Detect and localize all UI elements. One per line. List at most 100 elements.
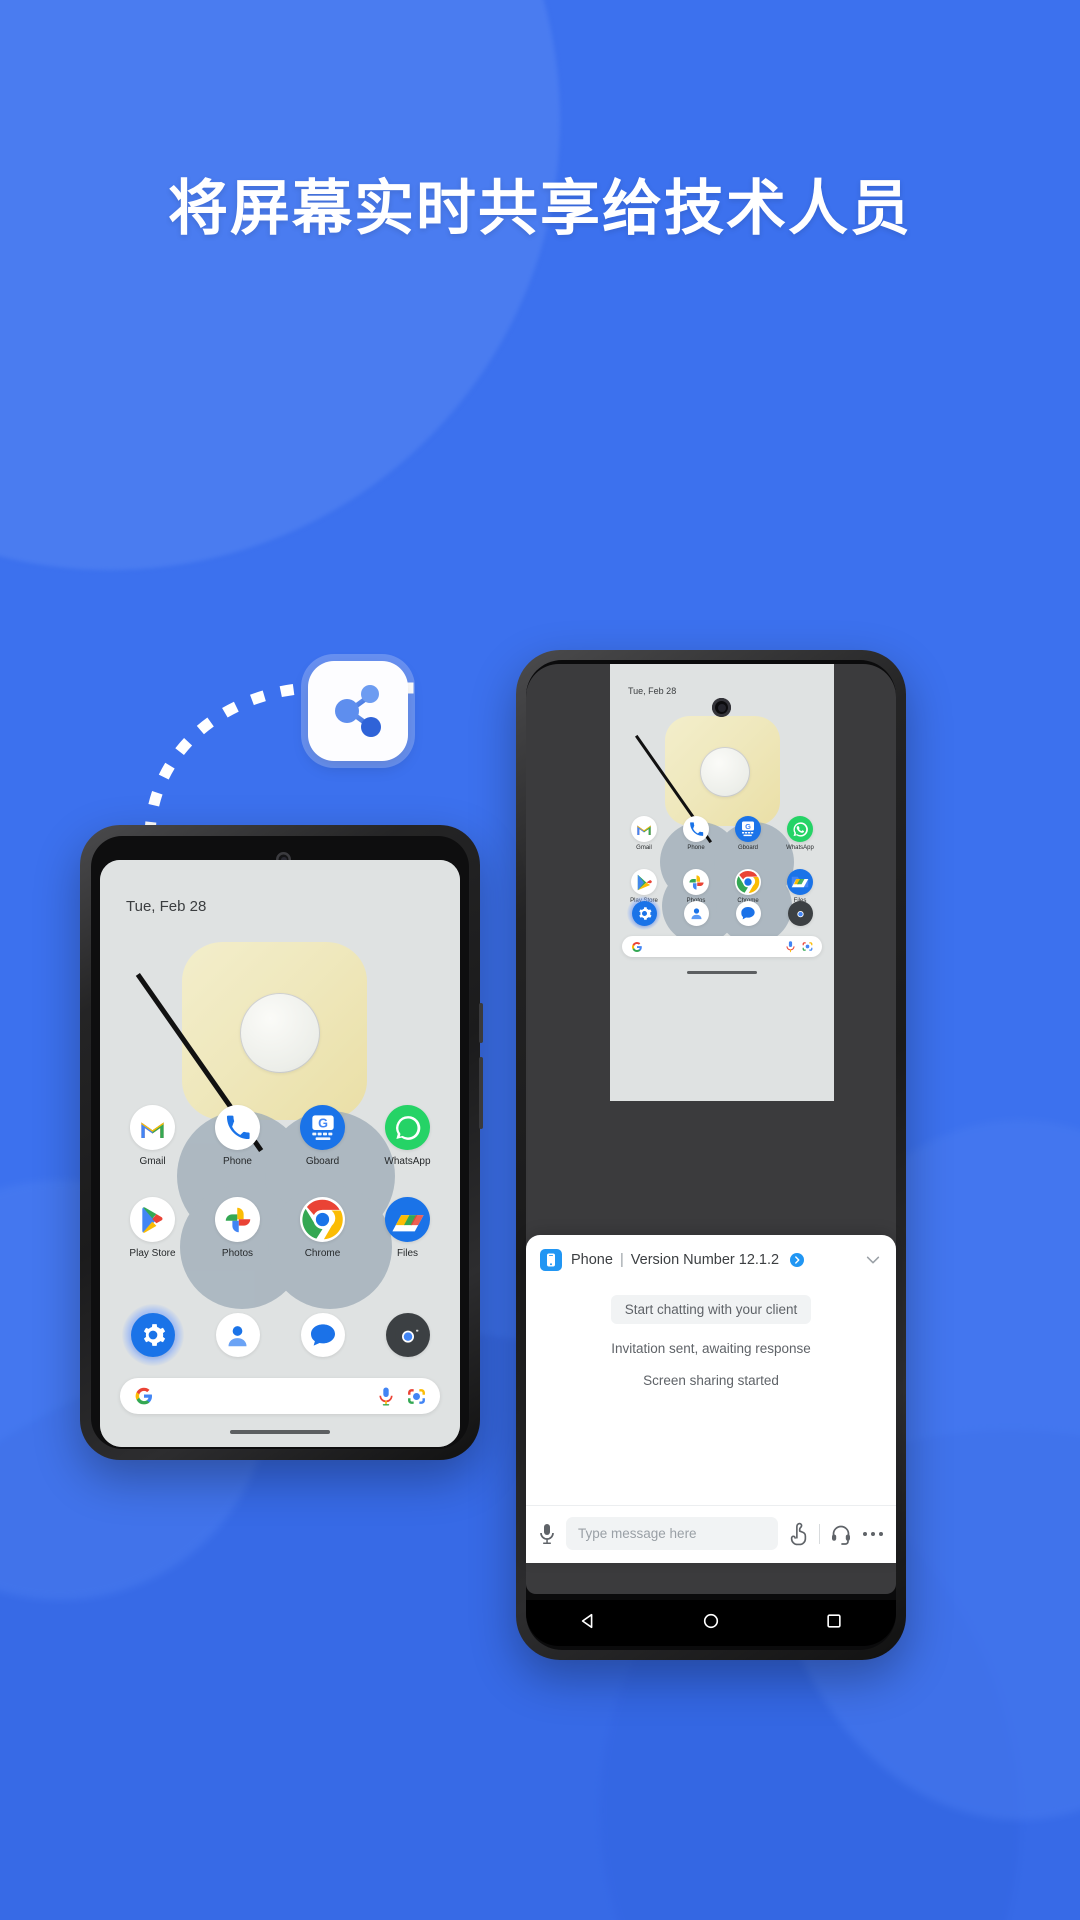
power-button[interactable] [479, 1003, 483, 1043]
app-grid-right: Gmail Phone G Gboard WhatsApp [618, 816, 826, 904]
dock-item-camera[interactable] [774, 896, 826, 930]
dock-left [110, 1304, 450, 1366]
remote-control-button[interactable] [788, 1522, 809, 1546]
app-icon-photos[interactable]: Photos [195, 1197, 280, 1259]
app-icon-chrome[interactable]: Chrome [280, 1197, 365, 1259]
chat-message-list: Start chatting with your client Invitati… [526, 1281, 896, 1505]
app-icon-whatsapp[interactable]: WhatsApp [365, 1105, 450, 1167]
share-badge[interactable] [308, 661, 408, 761]
play-store-icon [637, 874, 652, 890]
home-date-left: Tue, Feb 28 [126, 898, 207, 915]
google-search-bar-left[interactable] [120, 1378, 440, 1414]
chat-system-message: Start chatting with your client [610, 1295, 812, 1324]
app-icon-gmail[interactable]: Gmail [110, 1105, 195, 1167]
app-icon-phone[interactable]: Phone [670, 816, 722, 851]
google-g-icon [631, 941, 642, 952]
app-icon-whatsapp[interactable]: WhatsApp [774, 816, 826, 851]
microphone-icon [540, 1523, 554, 1544]
whatsapp-icon [395, 1115, 420, 1140]
chat-system-message: Screen sharing started [643, 1373, 779, 1388]
message-input[interactable]: Type message here [566, 1517, 778, 1550]
wallpaper-circle-left [240, 993, 320, 1073]
phone-icon [689, 821, 703, 836]
dock-item-contacts[interactable] [670, 896, 722, 930]
phone-left: Tue, Feb 28 Gmail Phone G Gboard WhatsAp… [80, 825, 483, 1460]
app-label: Phone [687, 845, 705, 851]
home-screen-right: Tue, Feb 28 Gmail Phone G Gboard WhatsAp… [610, 664, 834, 1101]
google-g-icon [135, 1387, 152, 1405]
back-triangle-icon [581, 1613, 593, 1628]
phone-icon [226, 1115, 250, 1139]
nav-back-button[interactable] [579, 1612, 597, 1635]
chat-version-label: Version Number 12.1.2 [630, 1252, 780, 1268]
app-label: WhatsApp [786, 845, 814, 851]
support-call-button[interactable] [830, 1523, 852, 1545]
home-date-right: Tue, Feb 28 [628, 686, 677, 696]
chat-input-bar: Type message here [526, 1505, 896, 1563]
home-screen-left: Tue, Feb 28 Gmail Phone G Gboard WhatsAp… [100, 860, 460, 1447]
dock-item-camera[interactable] [365, 1304, 450, 1366]
app-label: Gmail [636, 845, 652, 851]
app-label: Files [396, 1248, 419, 1259]
microphone-icon[interactable] [786, 940, 795, 953]
chevron-right-circle-icon[interactable] [790, 1253, 805, 1267]
google-photos-icon [225, 1207, 250, 1232]
messages-bubble-icon [310, 1324, 335, 1346]
background-blob [0, 0, 560, 570]
nav-recents-button[interactable] [825, 1612, 843, 1635]
volume-button[interactable] [479, 1057, 483, 1129]
app-icon-gboard[interactable]: G Gboard [722, 816, 774, 851]
google-lens-icon[interactable] [802, 941, 813, 952]
app-label: WhatsApp [384, 1156, 431, 1167]
more-options-button[interactable] [862, 1530, 884, 1538]
svg-text:G: G [745, 822, 751, 831]
app-label: Gboard [737, 845, 758, 851]
dock-item-messages[interactable] [722, 896, 774, 930]
app-label: Gmail [139, 1156, 166, 1167]
voice-input-button[interactable] [538, 1523, 556, 1545]
dock-item-messages[interactable] [280, 1304, 365, 1366]
settings-gear-icon [143, 1324, 165, 1346]
front-camera-icon [712, 698, 731, 717]
headset-icon [832, 1525, 850, 1545]
chat-panel: Phone | Version Number 12.1.2 Start chat… [526, 1235, 896, 1563]
google-lens-icon[interactable] [407, 1387, 426, 1406]
dock-right [618, 896, 826, 930]
app-icon-files[interactable]: Files [365, 1197, 450, 1259]
play-store-icon [141, 1206, 162, 1233]
google-search-bar-right[interactable] [622, 936, 822, 957]
app-grid-left: Gmail Phone G Gboard WhatsApp Play Store… [110, 1105, 450, 1259]
app-label: Photos [221, 1248, 254, 1259]
app-icon-gboard[interactable]: G Gboard [280, 1105, 365, 1167]
more-ellipsis-icon [863, 1531, 883, 1536]
input-divider [819, 1523, 820, 1544]
microphone-icon[interactable] [379, 1387, 393, 1406]
app-icon-phone[interactable]: Phone [195, 1105, 280, 1167]
phone-left-screen: Tue, Feb 28 Gmail Phone G Gboard WhatsAp… [100, 860, 460, 1447]
dock-item-contacts[interactable] [195, 1304, 280, 1366]
nav-home-button[interactable] [702, 1612, 720, 1635]
google-photos-icon [688, 874, 704, 890]
mirrored-home-screen: Tue, Feb 28 Gmail Phone G Gboard WhatsAp… [610, 664, 834, 1101]
gboard-icon: G [311, 1114, 334, 1140]
home-circle-icon [703, 1613, 719, 1628]
files-icon [791, 876, 809, 888]
svg-text:G: G [318, 1116, 328, 1130]
contacts-person-icon [228, 1325, 247, 1346]
wallpaper-circle-right [700, 747, 750, 797]
dock-item-settings[interactable] [618, 896, 670, 930]
chat-device-title: Phone | Version Number 12.1.2 [571, 1252, 779, 1268]
camera-icon [394, 1325, 421, 1345]
app-icon-play-store[interactable]: Play Store [110, 1197, 195, 1259]
app-label: Gboard [305, 1156, 340, 1167]
chrome-icon [736, 870, 760, 893]
chat-panel-header: Phone | Version Number 12.1.2 [526, 1235, 896, 1281]
android-navigation-bar [526, 1600, 896, 1646]
chevron-down-icon[interactable] [864, 1251, 882, 1269]
page-title: 将屏幕实时共享给技术人员 [168, 175, 912, 242]
dock-item-settings[interactable] [110, 1304, 195, 1366]
chat-device-label: Phone [571, 1252, 613, 1268]
app-icon-gmail[interactable]: Gmail [618, 816, 670, 851]
gmail-icon [637, 825, 651, 835]
chat-title-separator: | [619, 1252, 624, 1268]
